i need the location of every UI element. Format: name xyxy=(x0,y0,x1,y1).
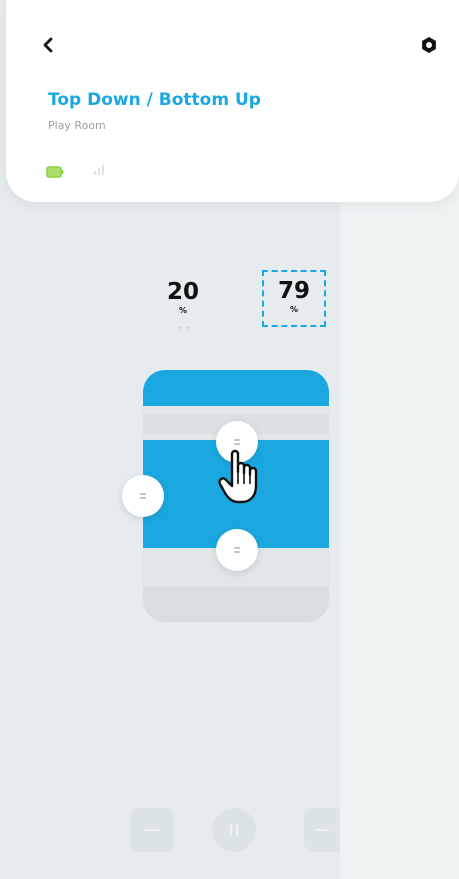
back-button[interactable] xyxy=(35,32,61,58)
top-position-value: 20 xyxy=(166,279,199,305)
hand-pointer-icon xyxy=(218,448,268,510)
minus-icon xyxy=(315,829,329,831)
bottom-position-unit: % xyxy=(289,305,298,314)
page-title: Top Down / Bottom Up xyxy=(48,90,261,110)
drag-handle-top-icon xyxy=(234,439,240,445)
blind-head-rail xyxy=(143,370,329,406)
bottom-controls xyxy=(0,800,459,860)
left-control-button[interactable] xyxy=(130,808,174,852)
gear-icon xyxy=(422,37,436,53)
drag-handle-left-icon xyxy=(140,493,146,499)
pause-button[interactable] xyxy=(212,808,256,852)
room-name: Play Room xyxy=(48,119,106,132)
top-position-readout: 20 % xyxy=(158,279,208,317)
blind-control-screen: Top Down / Bottom Up Play Room 20 % 79 % xyxy=(0,0,459,879)
dot xyxy=(185,326,189,329)
pagination-dots xyxy=(168,326,198,330)
battery-icon xyxy=(46,163,64,182)
right-control-button[interactable] xyxy=(304,808,340,852)
minus-icon xyxy=(145,829,159,831)
chevron-left-icon xyxy=(43,37,53,53)
dot xyxy=(177,326,181,329)
drag-handle-bottom-icon xyxy=(234,547,240,553)
bottom-rail-handle[interactable] xyxy=(216,529,258,571)
header-card: Top Down / Bottom Up Play Room xyxy=(6,0,459,202)
top-position-unit: % xyxy=(178,306,187,315)
pause-icon xyxy=(230,824,238,836)
side-handle[interactable] xyxy=(122,475,164,517)
bottom-position-readout[interactable]: 79 % xyxy=(262,270,326,327)
bottom-position-value: 79 xyxy=(277,278,310,304)
settings-button[interactable] xyxy=(416,32,442,58)
signal-icon xyxy=(92,161,108,180)
